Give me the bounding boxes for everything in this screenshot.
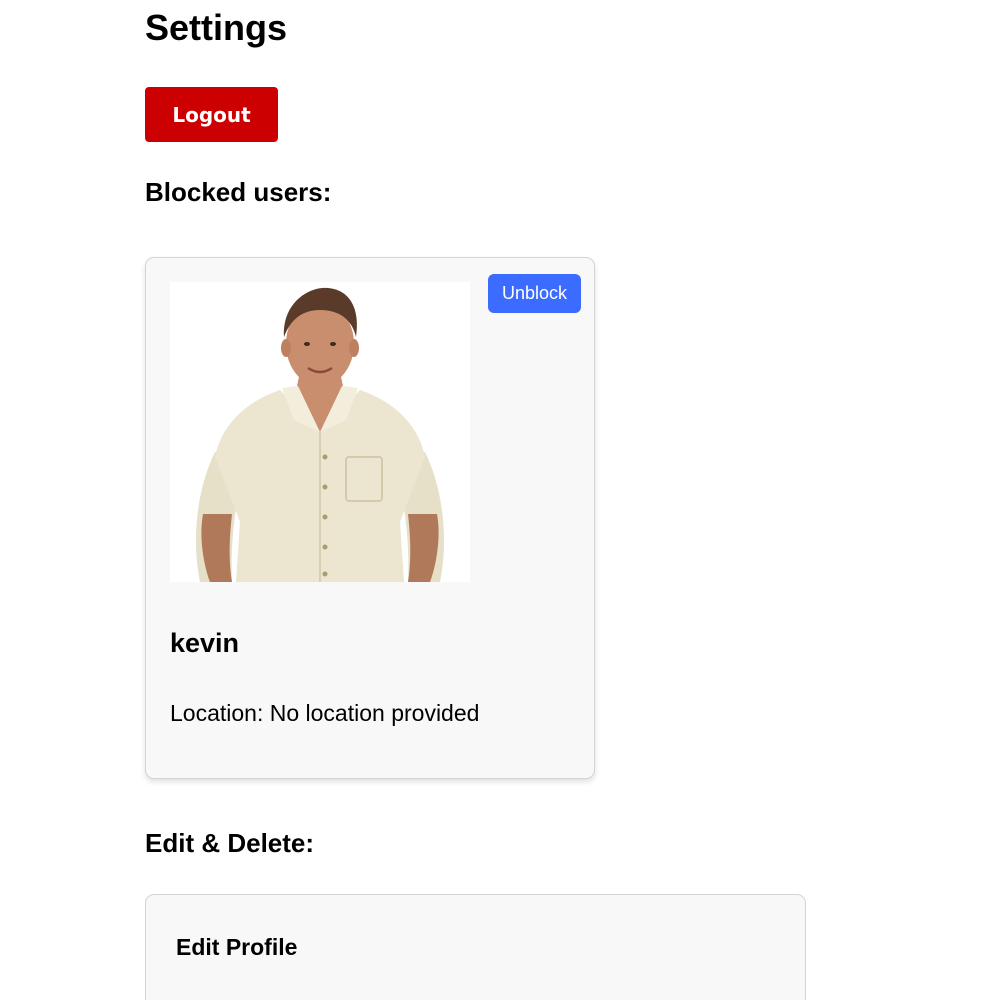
blocked-user-name: kevin: [170, 628, 240, 658]
edit-profile-title: Edit Profile: [176, 934, 298, 960]
unblock-button[interactable]: Unblock: [488, 274, 581, 313]
blocked-user-card: Unblock kevin Location: No location prov…: [145, 257, 595, 779]
user-avatar-photo: [170, 282, 470, 582]
settings-page: Settings Logout Blocked users: Unblock k…: [0, 0, 1000, 1000]
page-title: Settings: [145, 7, 288, 48]
blocked-users-heading: Blocked users:: [145, 177, 332, 207]
logout-button[interactable]: Logout: [145, 87, 278, 142]
edit-delete-heading: Edit & Delete:: [145, 828, 315, 858]
blocked-user-location: Location: No location provided: [170, 700, 480, 726]
edit-profile-card: Edit Profile: [145, 894, 806, 1000]
